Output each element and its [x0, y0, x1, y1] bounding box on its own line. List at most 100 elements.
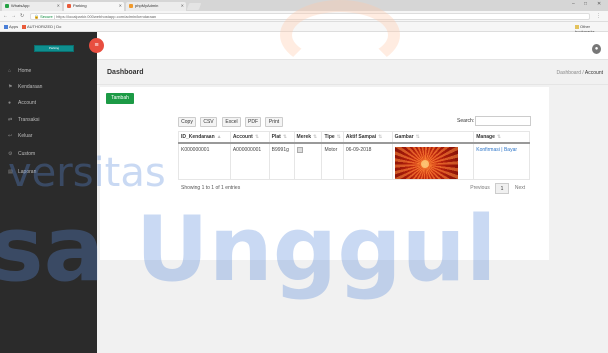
page-1-button[interactable]: 1 — [495, 183, 509, 194]
settings-icon: ⚙ — [8, 151, 13, 157]
sort-icon: ⇅ — [254, 133, 260, 140]
exchange-icon: ⇄ — [8, 117, 13, 123]
bookmark-label: AUTHORIZED | Do — [27, 24, 62, 29]
page-title: Dashboard — [107, 69, 144, 76]
column-header-plat[interactable]: Plat ⇅ — [268, 131, 295, 144]
tab-label: WhatsApp — [11, 3, 30, 8]
column-header-account[interactable]: Account ⇅ — [229, 131, 270, 144]
close-window-icon[interactable]: ✕ — [597, 1, 601, 7]
user-icon: ● — [8, 100, 12, 106]
sidebar-item-keluar[interactable]: ↩ Keluar — [8, 133, 32, 143]
column-header-id[interactable]: ID_Kendaraan ▲ — [178, 131, 231, 144]
table-header-row: ID_Kendaraan ▲ Account ⇅ Plat ⇅ Merek ⇅ Tipe… — [178, 131, 530, 144]
url-input[interactable]: 🔒 Secure | https://localparkir.000webhos… — [30, 13, 590, 20]
table-row: K000000001 A000000001 B9991g Motor 06-09… — [178, 142, 530, 180]
tab-label: Parking — [73, 3, 87, 8]
menu-toggle-button[interactable]: ≡ — [89, 38, 104, 53]
cell-manage: Konfirmasi | Bayar — [473, 142, 530, 180]
address-bar-row: ← → ↻ 🔒 Secure | https://localparkir.000… — [0, 11, 608, 22]
page-header: Dashboard Dashboard / Account — [97, 61, 608, 85]
column-header-aktif[interactable]: Aktif Sampai ⇅ — [342, 131, 393, 144]
sidebar-item-transaksi[interactable]: ⇄ Transaksi — [8, 117, 40, 127]
url-separator: | — [53, 14, 55, 19]
previous-page-button[interactable]: Previous — [467, 183, 493, 194]
column-header-gambar[interactable]: Gambar ⇅ — [391, 131, 475, 144]
excel-button[interactable]: Excel — [222, 117, 241, 127]
back-arrow-icon[interactable]: ← — [3, 13, 8, 19]
brand-image-icon — [296, 146, 303, 153]
forward-arrow-icon[interactable]: → — [11, 13, 16, 19]
sort-icon: ⇅ — [313, 133, 318, 140]
search-input[interactable] — [475, 116, 531, 126]
cell-account: A000000001 — [229, 142, 270, 180]
sidebar-item-kendaraan[interactable]: ⚑ Kendaraan — [8, 84, 42, 94]
column-header-manage[interactable]: Manage ⇅ — [473, 131, 530, 144]
column-header-merek[interactable]: Merek ⇅ — [293, 131, 323, 144]
bookmarks-bar: Apps AUTHORIZED | Do Other bookmarks — [0, 22, 608, 34]
reload-icon[interactable]: ↻ — [20, 13, 24, 19]
close-icon[interactable]: ✕ — [181, 3, 184, 8]
confirm-link[interactable]: Konfirmasi — [476, 147, 500, 153]
tab-label: phpMyAdmin — [135, 3, 159, 8]
apps-grid-icon — [4, 25, 8, 29]
cell-merek — [293, 142, 323, 180]
column-header-label: Manage — [476, 133, 495, 140]
new-tab-button[interactable] — [186, 3, 202, 10]
close-icon[interactable]: ✕ — [57, 3, 60, 8]
sort-icon: ⇅ — [378, 133, 383, 140]
sidebar-item-laporan[interactable]: ▤ Laporan — [8, 169, 36, 179]
sidebar-item-account[interactable]: ● Account — [8, 100, 36, 110]
browser-tab-bar: WhatsApp ✕ Parking ✕ phpMyAdmin ✕ – □ ✕ — [0, 0, 608, 11]
car-icon: ⚑ — [8, 84, 13, 90]
table-info: Showing 1 to 1 of 1 entries — [181, 185, 241, 191]
print-button[interactable]: Print — [265, 117, 283, 127]
bookmark-authorized[interactable]: AUTHORIZED | Do — [22, 24, 61, 29]
next-page-button[interactable]: Next — [511, 183, 529, 194]
cell-id: K000000001 — [178, 142, 231, 180]
pay-link[interactable]: Bayar — [504, 147, 517, 153]
manage-separator: | — [501, 146, 503, 153]
user-avatar[interactable]: ● — [592, 44, 601, 54]
sort-icon: ⇅ — [336, 133, 341, 140]
column-header-label: ID_Kendaraan — [181, 133, 215, 140]
sidebar-item-custom[interactable]: ⚙ Custom — [8, 151, 35, 161]
sidebar-item-label: Laporan — [18, 169, 37, 175]
bookmark-label: Apps — [9, 24, 19, 29]
sidebar-item-label: Transaksi — [18, 117, 40, 123]
app-logo[interactable]: Parking — [34, 45, 74, 52]
column-header-label: Aktif Sampai — [345, 133, 377, 140]
breadcrumb-home[interactable]: Dashboard — [557, 70, 581, 76]
phpmyadmin-favicon-icon — [129, 4, 133, 8]
browser-tab-parking[interactable]: Parking ✕ — [64, 2, 124, 11]
sidebar: Parking ⌂ Home ⚑ Kendaraan ● Account ⇄ Trans… — [0, 32, 97, 353]
main-content: Dashboard Dashboard / Account Tambah Cop… — [97, 61, 608, 353]
column-header-label: Account — [232, 133, 253, 140]
browser-tab-whatsapp[interactable]: WhatsApp ✕ — [2, 2, 62, 11]
bookmark-favicon-icon — [22, 25, 26, 29]
pdf-button[interactable]: PDF — [245, 117, 261, 127]
sort-icon: ⇅ — [415, 133, 420, 140]
column-header-label: Merek — [296, 133, 311, 140]
whatsapp-favicon-icon — [5, 4, 9, 8]
url-text: https://localparkir.000webhostapp.com/ad… — [56, 14, 157, 19]
column-header-tipe[interactable]: Tipe ⇅ — [321, 131, 344, 144]
browser-tab-phpmyadmin[interactable]: phpMyAdmin ✕ — [126, 2, 186, 11]
add-button[interactable]: Tambah — [106, 93, 134, 104]
home-icon: ⌂ — [8, 68, 12, 74]
copy-button[interactable]: Copy — [178, 117, 196, 127]
parking-favicon-icon — [67, 4, 71, 8]
minimize-icon[interactable]: – — [572, 1, 575, 7]
vehicle-table: ID_Kendaraan ▲ Account ⇅ Plat ⇅ Merek ⇅ Tipe… — [178, 131, 530, 180]
menu-icon: ≡ — [94, 42, 99, 49]
maximize-icon[interactable]: □ — [584, 1, 587, 7]
close-icon[interactable]: ✕ — [119, 3, 122, 8]
sidebar-item-label: Kendaraan — [18, 84, 43, 90]
sidebar-item-label: Custom — [18, 151, 36, 157]
sidebar-item-home[interactable]: ⌂ Home — [8, 68, 31, 78]
csv-button[interactable]: CSV — [200, 117, 217, 127]
browser-menu-icon[interactable]: ⋮ — [596, 13, 601, 19]
report-icon: ▤ — [8, 169, 13, 175]
search-label: Search: — [457, 118, 475, 124]
lock-icon: 🔒 — [34, 14, 39, 19]
bookmark-apps[interactable]: Apps — [4, 24, 18, 29]
